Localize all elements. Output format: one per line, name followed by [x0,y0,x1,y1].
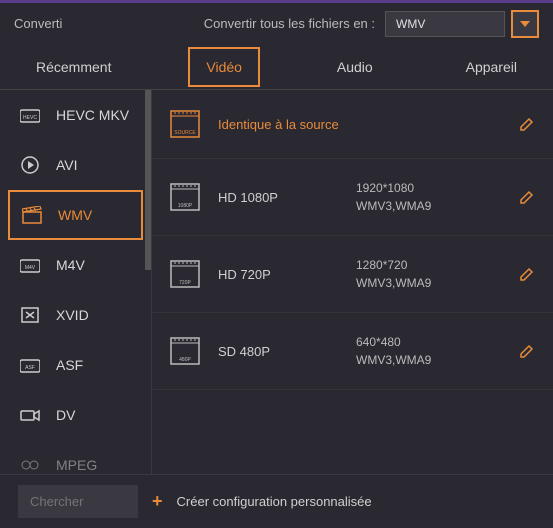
tab-device[interactable]: Appareil [450,47,533,87]
plus-icon: + [152,491,163,512]
sidebar-item-mpeg[interactable]: MPEG [0,440,151,490]
m4v-icon: M4V [20,256,40,274]
format-select-value: WMV [385,11,505,37]
preset-codecs: WMV3,WMA9 [356,197,501,215]
gear-icon [20,456,40,474]
sidebar-item-wmv[interactable]: WMV [8,190,143,240]
preset-1080p[interactable]: 1080P HD 1080P 1920*1080 WMV3,WMA9 [152,159,553,236]
sidebar-item-hevc-mkv[interactable]: HEVC HEVC MKV [0,90,151,140]
edit-icon[interactable] [519,343,535,359]
format-sidebar: HEVC HEVC MKV AVI WMV M4V M4V XVID ASF A… [0,90,152,474]
preset-resolution: 1920*1080 [356,179,501,197]
preset-source[interactable]: SOURCE Identique à la source [152,90,553,159]
preset-info: 1280*720 WMV3,WMA9 [356,256,501,292]
svg-text:ASF: ASF [25,365,35,371]
preset-list: SOURCE Identique à la source 1080P HD 10… [152,90,553,474]
play-circle-icon [20,156,40,174]
edit-icon[interactable] [519,266,535,282]
clapperboard-icon [22,206,42,224]
xvid-icon [20,306,40,324]
sidebar-item-label: WMV [58,207,92,223]
preset-name: HD 720P [218,267,338,282]
svg-text:1080P: 1080P [178,203,193,209]
preset-codecs: WMV3,WMA9 [356,274,501,292]
preset-name: Identique à la source [218,117,501,132]
svg-text:720P: 720P [179,280,191,286]
svg-text:SOURCE: SOURCE [174,130,196,136]
sidebar-item-avi[interactable]: AVI [0,140,151,190]
sidebar-item-label: DV [56,407,75,423]
sidebar-item-xvid[interactable]: XVID [0,290,151,340]
film-1080p-icon: 1080P [170,183,200,211]
preset-name: HD 1080P [218,190,338,205]
svg-text:480P: 480P [179,357,191,363]
film-480p-icon: 480P [170,337,200,365]
film-720p-icon: 720P [170,260,200,288]
sidebar-item-dv[interactable]: DV [0,390,151,440]
preset-480p[interactable]: 480P SD 480P 640*480 WMV3,WMA9 [152,313,553,390]
sidebar-item-m4v[interactable]: M4V M4V [0,240,151,290]
svg-text:HEVC: HEVC [23,115,37,121]
sidebar-item-label: MPEG [56,457,97,473]
sidebar-item-asf[interactable]: ASF ASF [0,340,151,390]
format-select[interactable]: WMV [385,10,539,38]
camera-icon [20,406,40,424]
edit-icon[interactable] [519,116,535,132]
source-icon: SOURCE [170,110,200,138]
preset-720p[interactable]: 720P HD 720P 1280*720 WMV3,WMA9 [152,236,553,313]
tab-audio[interactable]: Audio [321,47,389,87]
sidebar-item-label: M4V [56,257,85,273]
format-select-arrow[interactable] [511,10,539,38]
sidebar-scrollbar[interactable] [145,90,151,270]
convert-all-label: Convertir tous les fichiers en : [204,16,375,31]
preset-name: SD 480P [218,344,338,359]
tab-recent[interactable]: Récemment [20,47,127,87]
asf-icon: ASF [20,356,40,374]
preset-resolution: 640*480 [356,333,501,351]
sidebar-item-label: XVID [56,307,89,323]
hevc-icon: HEVC [20,106,40,124]
preset-info: 640*480 WMV3,WMA9 [356,333,501,369]
sidebar-item-label: ASF [56,357,83,373]
sidebar-item-label: HEVC MKV [56,107,129,123]
converti-tab[interactable]: Converti [14,16,62,31]
create-custom-config[interactable]: Créer configuration personnalisée [177,494,372,509]
preset-resolution: 1280*720 [356,256,501,274]
chevron-down-icon [520,21,530,27]
preset-codecs: WMV3,WMA9 [356,351,501,369]
preset-info: 1920*1080 WMV3,WMA9 [356,179,501,215]
sidebar-item-label: AVI [56,157,78,173]
edit-icon[interactable] [519,189,535,205]
svg-text:M4V: M4V [25,265,36,271]
tab-video[interactable]: Vidéo [188,47,260,87]
